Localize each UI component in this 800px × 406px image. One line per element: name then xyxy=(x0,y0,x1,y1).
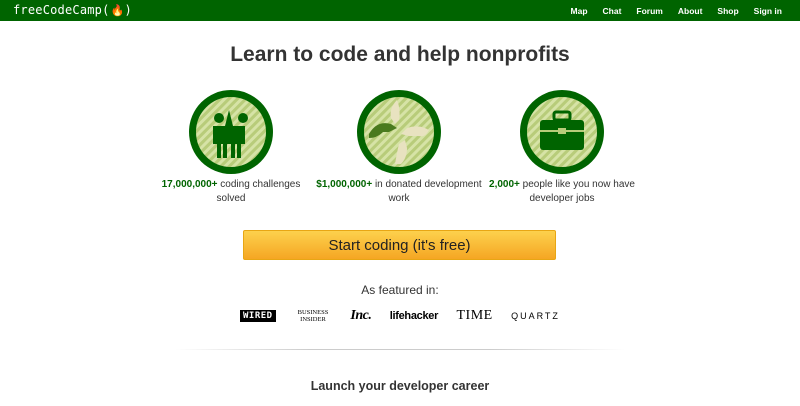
brand-logo[interactable]: freeCodeCamp(🔥) xyxy=(13,3,132,17)
feature-caption: 17,000,000+ coding challenges solved xyxy=(146,178,316,206)
nav-link-shop[interactable]: Shop xyxy=(717,6,738,16)
briefcase-icon xyxy=(520,90,604,174)
section-divider xyxy=(175,349,625,350)
helping-hands-icon xyxy=(357,90,441,174)
feature-challenges: 17,000,000+ coding challenges solved xyxy=(146,90,316,206)
feature-stat: 17,000,000+ xyxy=(161,179,218,190)
start-coding-button[interactable]: Start coding (it's free) xyxy=(243,230,556,260)
high-five-icon xyxy=(189,90,273,174)
brand-text-suffix: ) xyxy=(124,3,132,17)
nav-link-sign-in[interactable]: Sign in xyxy=(754,6,782,16)
feature-text: coding challenges solved xyxy=(216,179,301,204)
feature-text: in donated development work xyxy=(372,179,482,204)
quartz-logo: QUARTZ xyxy=(511,311,560,321)
time-logo: TIME xyxy=(456,308,493,323)
feature-donated-work: $1,000,000+ in donated development work xyxy=(314,90,484,206)
featured-in-label: As featured in: xyxy=(361,283,439,297)
nav-link-forum[interactable]: Forum xyxy=(636,6,662,16)
feature-developer-jobs: 2,000+ people like you now have develope… xyxy=(477,90,647,206)
nav-links: Map Chat Forum About Shop Sign in xyxy=(556,0,782,21)
brand-text: freeCodeCamp( xyxy=(13,3,110,17)
nav-link-about[interactable]: About xyxy=(678,6,703,16)
press-logos: WIRED BUSINESS INSIDER Inc. lifehacker T… xyxy=(240,306,560,326)
feature-caption: 2,000+ people like you now have develope… xyxy=(477,178,647,206)
feature-stat: 2,000+ xyxy=(489,179,520,190)
page-title: Learn to code and help nonprofits xyxy=(230,43,570,66)
section-title: Launch your developer career xyxy=(310,379,490,393)
top-navbar: freeCodeCamp(🔥) Map Chat Forum About Sho… xyxy=(0,0,800,21)
business-insider-logo: BUSINESS INSIDER xyxy=(297,309,329,323)
flame-icon: 🔥 xyxy=(110,3,125,17)
inc-logo: Inc. xyxy=(350,308,372,323)
wired-logo: WIRED xyxy=(240,310,276,322)
feature-caption: $1,000,000+ in donated development work xyxy=(314,178,484,206)
lifehacker-logo: lifehacker xyxy=(389,310,439,322)
nav-link-map[interactable]: Map xyxy=(571,6,588,16)
feature-stat: $1,000,000+ xyxy=(316,179,373,190)
nav-link-chat[interactable]: Chat xyxy=(603,6,622,16)
feature-text: people like you now have developer jobs xyxy=(519,179,635,204)
